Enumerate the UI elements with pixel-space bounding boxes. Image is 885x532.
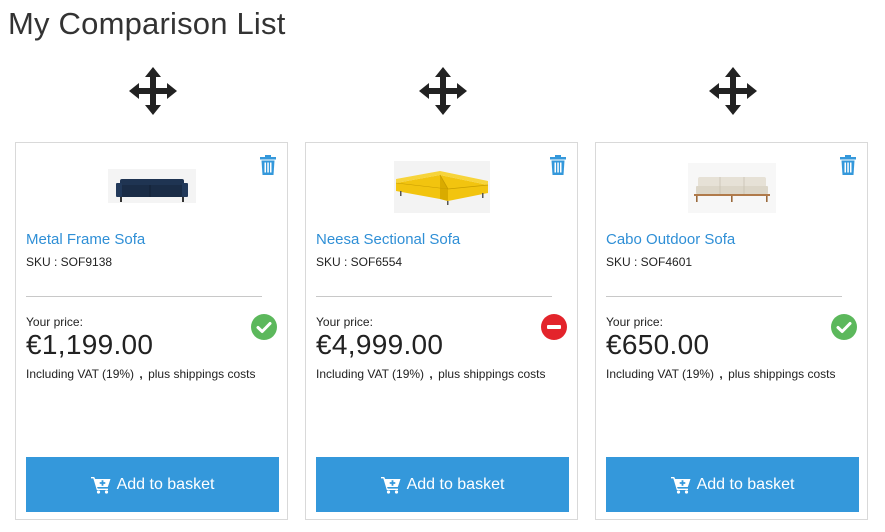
vat-text: Including VAT (19%) — [606, 367, 715, 381]
divider — [606, 296, 842, 297]
trash-icon[interactable] — [839, 155, 857, 175]
divider — [316, 296, 552, 297]
comparison-column: Metal Frame Sofa SKU : SOF9138 Your pric… — [15, 0, 290, 532]
vat-separator: , — [139, 367, 143, 381]
move-arrows-icon[interactable] — [708, 66, 758, 116]
divider — [26, 296, 262, 297]
trash-icon[interactable] — [259, 155, 277, 175]
check-circle-icon — [251, 314, 277, 340]
price-label: Your price: — [606, 315, 663, 329]
vat-separator: , — [719, 367, 723, 381]
product-image[interactable] — [682, 155, 782, 219]
cart-plus-icon — [90, 476, 111, 494]
add-to-basket-button[interactable]: Add to basket — [26, 457, 279, 512]
cart-plus-icon — [670, 476, 691, 494]
product-price: €650.00 — [606, 329, 710, 360]
add-to-basket-button[interactable]: Add to basket — [606, 457, 859, 512]
product-image[interactable] — [392, 155, 492, 219]
product-card: Metal Frame Sofa SKU : SOF9138 Your pric… — [15, 142, 288, 520]
product-card: Neesa Sectional Sofa SKU : SOF6554 Your … — [305, 142, 578, 520]
product-sku: SKU : SOF9138 — [26, 255, 113, 269]
vat-separator: , — [429, 367, 433, 381]
shipping-text: plus shippings costs — [148, 367, 256, 381]
product-image[interactable] — [102, 155, 202, 219]
vat-info: Including VAT (19%) , plus shippings cos… — [316, 367, 545, 381]
add-to-basket-label: Add to basket — [116, 475, 215, 493]
product-sku: SKU : SOF6554 — [316, 255, 403, 269]
product-name-link[interactable]: Metal Frame Sofa — [26, 231, 145, 248]
vat-info: Including VAT (19%) , plus shippings cos… — [26, 367, 255, 381]
vat-info: Including VAT (19%) , plus shippings cos… — [606, 367, 835, 381]
product-name-link[interactable]: Neesa Sectional Sofa — [316, 231, 460, 248]
cart-plus-icon — [380, 476, 401, 494]
add-to-basket-button[interactable]: Add to basket — [316, 457, 569, 512]
vat-text: Including VAT (19%) — [26, 367, 135, 381]
price-label: Your price: — [316, 315, 373, 329]
comparison-column: Neesa Sectional Sofa SKU : SOF6554 Your … — [305, 0, 580, 532]
shipping-text: plus shippings costs — [438, 367, 546, 381]
move-arrows-icon[interactable] — [128, 66, 178, 116]
trash-icon[interactable] — [549, 155, 567, 175]
product-card: Cabo Outdoor Sofa SKU : SOF4601 Your pri… — [595, 142, 868, 520]
product-sku: SKU : SOF4601 — [606, 255, 693, 269]
product-price: €4,999.00 — [316, 329, 444, 360]
add-to-basket-label: Add to basket — [406, 475, 505, 493]
move-arrows-icon[interactable] — [418, 66, 468, 116]
product-name-link[interactable]: Cabo Outdoor Sofa — [606, 231, 735, 248]
minus-circle-icon — [541, 314, 567, 340]
check-circle-icon — [831, 314, 857, 340]
product-price: €1,199.00 — [26, 329, 154, 360]
add-to-basket-label: Add to basket — [696, 475, 795, 493]
shipping-text: plus shippings costs — [728, 367, 836, 381]
price-label: Your price: — [26, 315, 83, 329]
comparison-column: Cabo Outdoor Sofa SKU : SOF4601 Your pri… — [595, 0, 870, 532]
vat-text: Including VAT (19%) — [316, 367, 425, 381]
